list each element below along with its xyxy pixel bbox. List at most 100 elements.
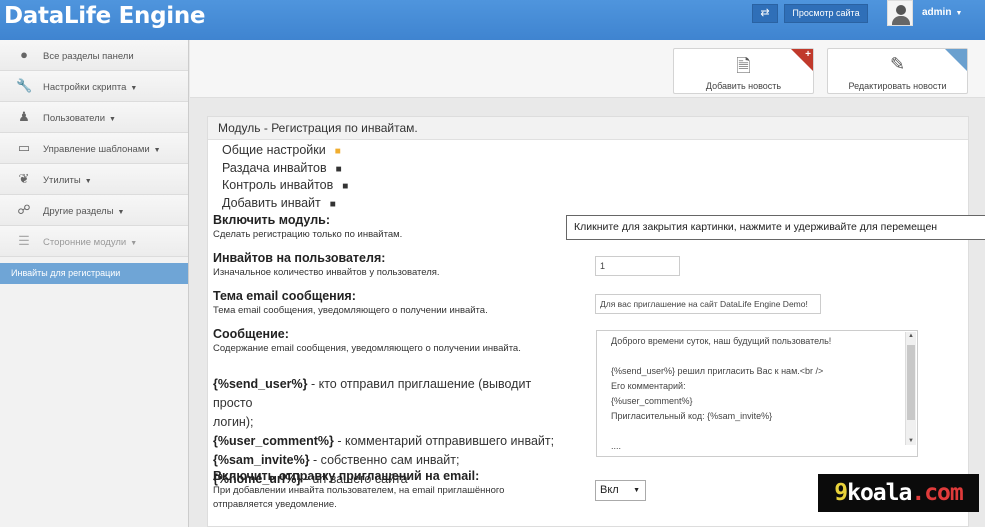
pencil-corner-icon [945,49,967,71]
setting-title: Включить отправку приглашений на email: [213,469,480,483]
link-control-invites[interactable]: Контроль инвайтов [222,178,333,192]
setting-enable: Включить модуль: Сделать регистрацию тол… [213,213,402,240]
setting-title: Тема email сообщения: [213,289,356,303]
setting-subject: Тема email сообщения: Тема email сообщен… [213,289,488,316]
leaf-icon: ❦ [18,171,30,186]
message-line: {%send_user%} решил пригласить Вас к нам… [611,366,824,376]
setting-title: Сообщение: [213,327,289,341]
avatar[interactable] [887,0,913,26]
edit-news-button[interactable]: ✎ Редактировать новости [827,48,968,94]
setting-email-send: Включить отправку приглашений на email: … [213,469,504,510]
edit-news-label: Редактировать новости [848,81,947,91]
document-icon: 🗎 [736,56,751,76]
chevron-down-icon: ▼ [633,487,640,494]
var-text: - собственно сам инвайт; [309,453,460,467]
setting-desc: Тема email сообщения, уведомляющего о по… [213,305,488,316]
app-logo[interactable]: DataLife Engine [4,3,205,29]
sidebar-item-invites[interactable]: Инвайты для регистрации [0,263,188,284]
var-key: {%send_user%} [213,377,308,391]
sidebar-item-label: Все разделы панели [43,51,134,62]
chevron-down-icon: ▼ [130,85,138,92]
folder-icon: ■ [342,181,349,192]
invites-count-input[interactable]: 1 [595,256,680,276]
email-message-textarea[interactable]: Доброго времени суток, наш будущий польз… [596,330,918,457]
watermark-logo: 9koala.com [818,474,979,512]
message-line: Пригласительный код: {%sam_invite%} [611,411,773,421]
message-line: {%user_comment%} [611,396,693,406]
link-add-invite[interactable]: Добавить инвайт [222,196,321,210]
laptop-icon: ▭ [17,140,31,155]
user-name: admin [922,7,952,18]
sidebar-item-label: Настройки скрипта [43,82,127,93]
select-value: Вкл [600,484,619,496]
swap-button[interactable]: ⇄ [752,4,778,23]
sidebar-item-script-settings[interactable]: 🔧 Настройки скрипта ▼ [0,71,188,102]
chevron-down-icon: ▼ [109,116,116,123]
sidebar-item-label: Пользователи [43,113,106,124]
add-news-label: Добавить новость [705,81,782,91]
user-icon: ♟ [18,109,30,124]
link-general-settings[interactable]: Общие настройки [222,143,326,157]
sidebar: ● Все разделы панели 🔧 Настройки скрипта… [0,40,189,527]
chevron-down-icon: ▼ [84,178,92,185]
sidebar-item-label: Другие разделы [43,206,114,217]
setting-invites: Инвайтов на пользователя: Изначальное ко… [213,251,440,278]
watermark-num: 9 [834,480,848,506]
wrench-icon: 🔧 [16,78,33,93]
sidebar-item-all-sections[interactable]: ● Все разделы панели [0,40,188,71]
sidebar-item-utilities[interactable]: ❦ Утилиты ▼ [0,164,188,195]
setting-desc: Изначальное количество инвайтов у пользо… [213,267,440,278]
add-news-button[interactable]: 🗎 Добавить новость + [673,48,814,94]
chevron-down-icon: ▼ [955,10,963,17]
chevron-down-icon: ▼ [130,240,138,247]
view-site-button[interactable]: Просмотр сайта [784,4,868,23]
email-send-select[interactable]: Вкл ▼ [595,480,646,501]
swap-icon: ⇄ [760,7,770,19]
sidebar-item-label: Управление шаблонами [43,144,150,155]
var-key: {%sam_invite%} [213,453,310,467]
message-line: .... [611,441,622,451]
plus-icon: + [791,49,813,71]
top-bar: DataLife Engine ⇄ Просмотр сайта admin ▼ [0,0,985,40]
message-line: Доброго времени суток, наш будущий польз… [611,336,832,346]
image-tooltip[interactable]: Кликните для закрытия картинки, нажмите … [566,215,985,240]
setting-message: Сообщение: Содержание email сообщения, у… [213,327,521,354]
user-menu[interactable]: admin ▼ [922,7,962,18]
sidebar-item-label: Сторонние модули [43,237,127,248]
setting-desc: При добавлении инвайта пользователем, на… [213,485,505,496]
textarea-scrollbar[interactable]: ▲ ▼ [905,332,916,445]
scroll-down-icon[interactable]: ▼ [908,438,914,444]
email-subject-input[interactable]: Для вас приглашение на сайт DataLife Eng… [595,294,821,314]
sidebar-item-users[interactable]: ♟ Пользователи ▼ [0,102,188,133]
setting-title: Инвайтов на пользователя: [213,251,386,265]
chevron-down-icon: ▼ [153,147,161,154]
list-icon: ☰ [18,233,30,248]
edit-icon: ✎ [889,54,906,74]
message-line: Его комментарий: [611,381,686,391]
var-text: логин); [213,415,254,429]
folder-icon: ■ [335,163,342,175]
scrollbar-thumb[interactable] [907,345,915,420]
var-key: {%user_comment%} [213,434,334,448]
globe-icon: ● [20,47,28,62]
watermark-domain: .com [911,480,963,506]
var-text: - комментарий отправившего инвайт; [333,434,555,448]
scroll-up-icon[interactable]: ▲ [908,333,914,339]
links-icon: ☍ [17,202,31,217]
page-title: Модуль - Регистрация по инвайтам. [208,117,968,140]
link-distribute-invites[interactable]: Раздача инвайтов [222,161,327,175]
module-links: Общие настройки ■ Раздача инвайтов ■ Контр… [222,142,348,212]
setting-title: Включить модуль: [213,213,331,227]
setting-desc: отправляется уведомление. [213,499,337,510]
invite-module-panel: Модуль - Регистрация по инвайтам. Общие … [207,116,969,527]
sidebar-item-modules[interactable]: ☰ Сторонние модули ▼ [0,226,188,257]
folder-icon: ■ [329,198,336,210]
sidebar-item-label: Утилиты [43,175,81,186]
folder-icon: ■ [334,146,341,157]
setting-desc: Содержание email сообщения, уведомляющег… [213,343,521,354]
toolbar: 🗎 Добавить новость + ✎ Редактировать нов… [190,40,985,98]
sidebar-item-templates[interactable]: ▭ Управление шаблонами ▼ [0,133,188,164]
chevron-down-icon: ▼ [117,209,125,216]
sidebar-item-other[interactable]: ☍ Другие разделы ▼ [0,195,188,226]
watermark-name: koala [847,480,912,506]
